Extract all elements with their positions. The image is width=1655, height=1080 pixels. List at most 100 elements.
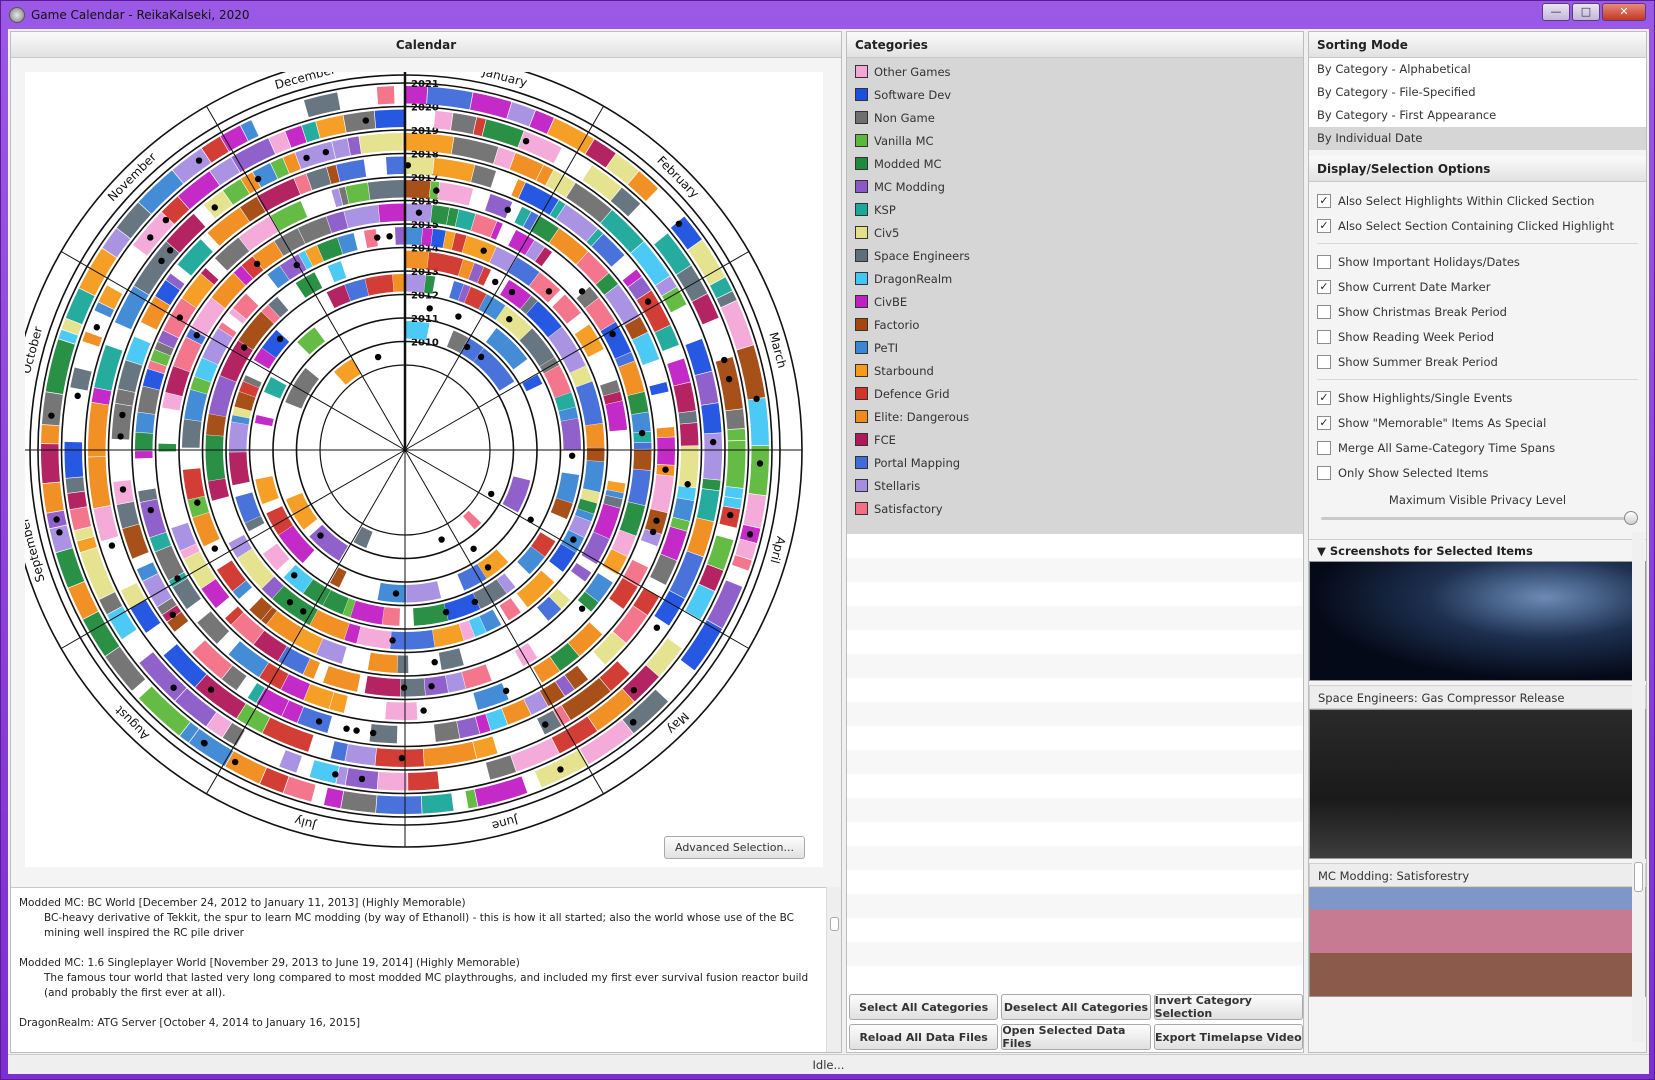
calendar-segment[interactable] [345, 744, 377, 766]
calendar-segment[interactable] [285, 367, 320, 409]
calendar-segment[interactable] [421, 793, 454, 814]
category-item[interactable]: Portal Mapping [847, 451, 1303, 474]
checkbox[interactable] [1317, 304, 1331, 319]
event-marker[interactable] [117, 433, 124, 440]
event-marker[interactable] [662, 466, 669, 473]
calendar-segment[interactable] [656, 427, 675, 438]
event-marker[interactable] [398, 755, 406, 762]
calendar-segment[interactable] [375, 795, 422, 815]
calendar-segment[interactable] [378, 203, 405, 223]
calendar-segment[interactable] [377, 582, 407, 603]
checkbox[interactable]: ✓ [1317, 218, 1331, 233]
calendar-segment[interactable] [432, 157, 475, 182]
checkbox[interactable]: ✓ [1317, 390, 1331, 405]
event-marker[interactable] [317, 532, 324, 539]
calendar-segment[interactable] [364, 675, 401, 697]
event-marker[interactable] [568, 452, 576, 459]
option-item[interactable]: Show Reading Week Period [1317, 324, 1638, 349]
event-marker[interactable] [119, 486, 127, 493]
calendar-segment[interactable] [687, 518, 714, 557]
calendar-segment[interactable] [377, 771, 408, 791]
calendar-segment[interactable] [676, 485, 696, 501]
calendar-segment[interactable] [323, 787, 344, 809]
calendar-segment[interactable] [315, 115, 346, 139]
calendar-segment[interactable] [581, 532, 610, 565]
event-marker[interactable] [649, 528, 657, 536]
calendar-segment[interactable] [743, 493, 767, 528]
calendar-segment[interactable] [725, 440, 746, 489]
event-marker[interactable] [169, 611, 176, 618]
calendar-segment[interactable] [45, 339, 75, 395]
calendar-segment[interactable] [657, 437, 675, 466]
calendar-segment[interactable] [574, 324, 604, 357]
calendar-segment[interactable] [135, 412, 155, 434]
checkbox[interactable] [1317, 329, 1331, 344]
calendar-segment[interactable] [88, 402, 109, 457]
calendar-segment[interactable] [297, 327, 325, 355]
calendar-segment[interactable] [727, 428, 746, 441]
calendar-segment[interactable] [208, 375, 237, 417]
event-marker[interactable] [630, 686, 638, 694]
calendar-segment[interactable] [69, 506, 92, 531]
screenshots-scrollbar[interactable] [1632, 532, 1645, 1042]
event-marker[interactable] [343, 725, 350, 732]
calendar-segment[interactable] [334, 358, 362, 385]
calendar-segment[interactable] [229, 421, 249, 453]
event-marker[interactable] [392, 590, 400, 597]
calendar-segment[interactable] [367, 652, 398, 673]
event-marker[interactable] [207, 686, 215, 693]
category-item[interactable]: CivBE [847, 290, 1303, 313]
calendar-segment[interactable] [254, 414, 274, 427]
calendar-segment[interactable] [678, 410, 698, 424]
close-button[interactable]: ✕ [1602, 3, 1646, 21]
event-marker[interactable] [438, 536, 445, 543]
calendar-segment[interactable] [382, 607, 400, 626]
event-marker[interactable] [147, 234, 154, 241]
calendar-segment[interactable] [41, 392, 63, 426]
calendar-segment[interactable] [390, 629, 435, 650]
event-marker[interactable] [374, 234, 381, 241]
calendar-segment[interactable] [628, 469, 651, 506]
calendar-segment[interactable] [434, 721, 460, 742]
calendar-segment[interactable] [473, 683, 509, 710]
category-action-button[interactable]: Open Selected Data Files [1001, 1024, 1151, 1050]
event-marker[interactable] [488, 490, 495, 498]
event-marker[interactable] [638, 429, 646, 437]
calendar-segment[interactable] [456, 716, 480, 739]
calendar-segment[interactable] [353, 526, 373, 549]
calendar-segment[interactable] [462, 235, 497, 263]
calendar-segment[interactable] [633, 442, 652, 449]
event-marker[interactable] [653, 517, 660, 524]
event-marker[interactable] [492, 278, 499, 286]
event-marker[interactable] [431, 658, 438, 666]
checkbox[interactable]: ✓ [1317, 193, 1331, 208]
calendar-segment[interactable] [64, 441, 84, 478]
calendar-segment[interactable] [330, 741, 348, 762]
calendar-segment[interactable] [262, 543, 290, 571]
calendar-segment[interactable] [430, 205, 450, 225]
event-marker[interactable] [194, 499, 201, 506]
calendar-segment[interactable] [116, 501, 140, 529]
calendar-segment[interactable] [627, 391, 649, 415]
calendar-segment[interactable] [70, 367, 92, 391]
event-marker[interactable] [442, 608, 450, 616]
calendar-segment[interactable] [556, 472, 580, 504]
calendar-segment[interactable] [413, 603, 449, 626]
checkbox[interactable] [1317, 465, 1331, 480]
event-marker[interactable] [426, 305, 433, 312]
calendar-segment[interactable] [205, 435, 226, 482]
calendar-segment[interactable] [343, 110, 376, 133]
event-marker[interactable] [542, 721, 549, 728]
calendar-segment[interactable] [450, 112, 477, 135]
event-marker[interactable] [477, 353, 485, 361]
calendar-segment[interactable] [702, 478, 721, 491]
calendar-segment[interactable] [560, 418, 581, 450]
calendar-segment[interactable] [367, 180, 405, 200]
calendar-segment[interactable] [672, 498, 695, 522]
calendar-segment[interactable] [462, 510, 482, 530]
event-marker[interactable] [358, 775, 366, 783]
calendar-segment[interactable] [65, 477, 85, 494]
event-marker[interactable] [455, 313, 462, 320]
checkbox[interactable]: ✓ [1317, 279, 1331, 294]
category-action-button[interactable]: Select All Categories [849, 994, 999, 1020]
